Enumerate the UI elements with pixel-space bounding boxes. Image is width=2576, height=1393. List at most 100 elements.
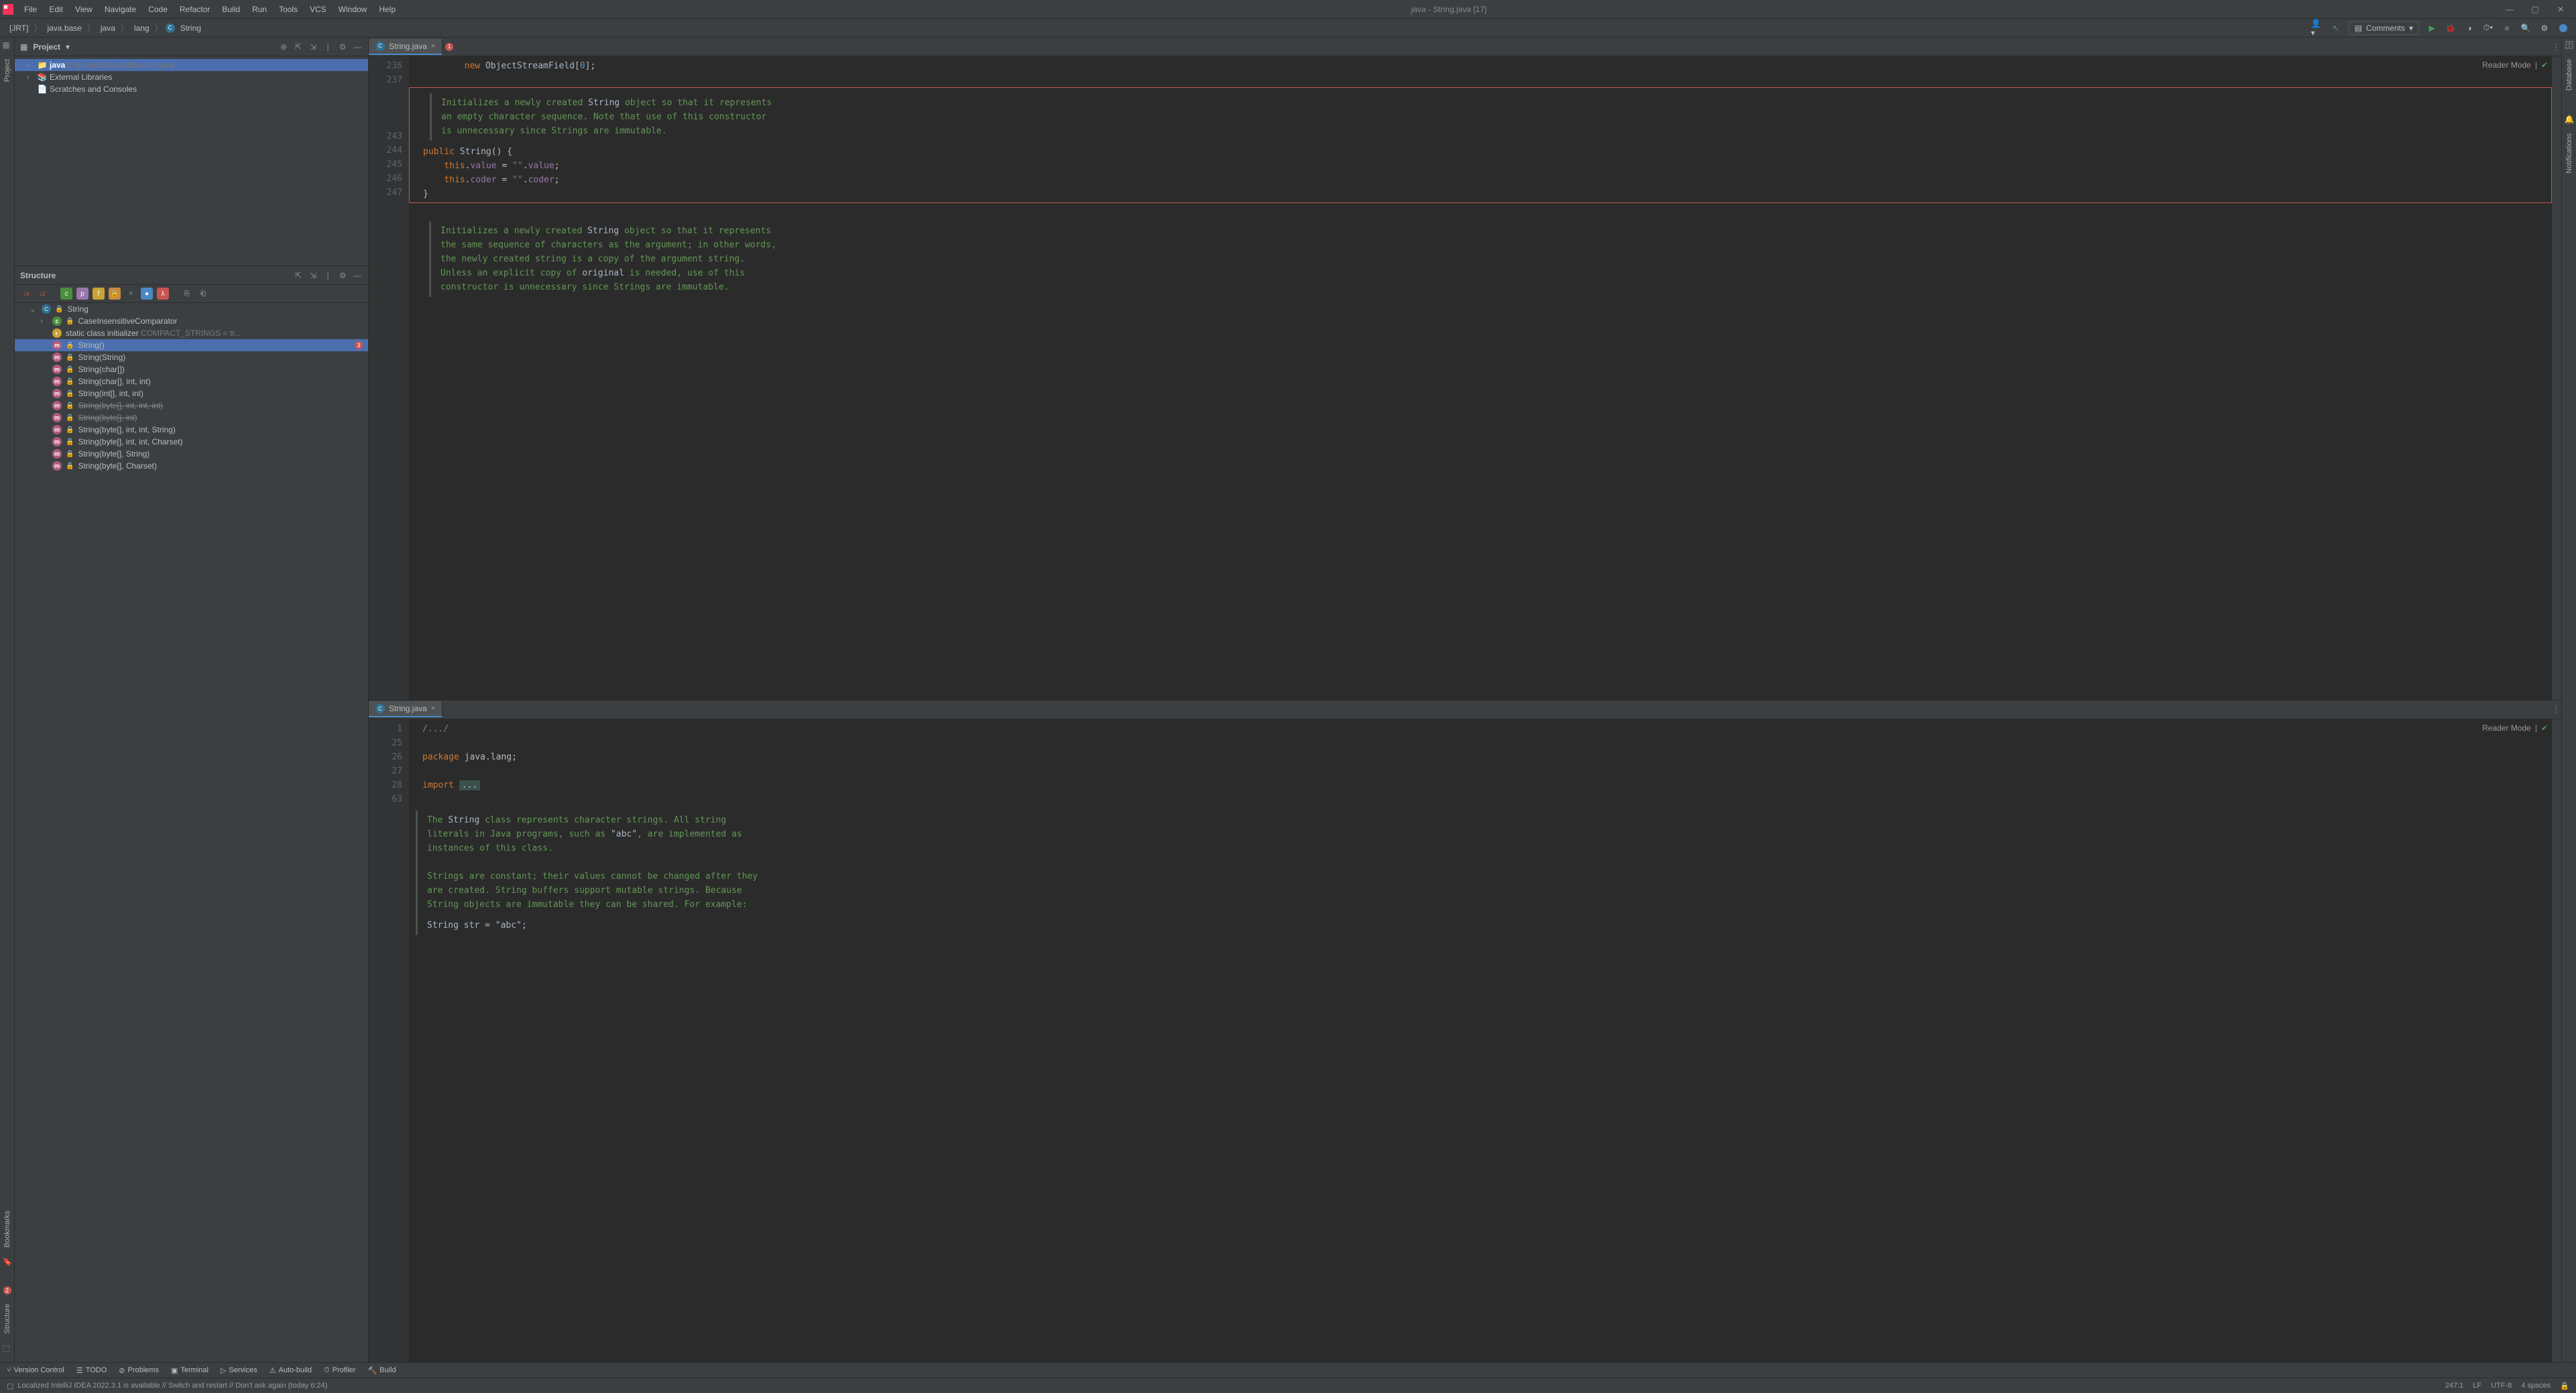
crumb-string[interactable]: String <box>178 22 204 34</box>
menu-window[interactable]: Window <box>333 2 373 17</box>
menu-run[interactable]: Run <box>247 2 272 17</box>
stop-icon[interactable]: ■ <box>2501 22 2513 34</box>
struct-item[interactable]: ◐static class initializer COMPACT_STRING… <box>15 327 368 339</box>
locate-icon[interactable]: ⊕ <box>278 42 289 52</box>
expand-all-icon[interactable]: ⇱ <box>293 42 304 52</box>
sort-alpha-icon[interactable]: ↓ᴀ <box>20 288 32 300</box>
struct-item[interactable]: m🔒String(byte[], int, int, Charset) <box>15 436 368 448</box>
maximize-button[interactable]: ▢ <box>2525 5 2545 14</box>
filter-lambda-icon[interactable]: λ <box>157 288 169 300</box>
struct-item[interactable]: m🔒String(char[], int, int) <box>15 375 368 387</box>
struct-class-root[interactable]: ⌄ C 🔒 String <box>15 303 368 315</box>
filter-field-icon[interactable]: f <box>93 288 105 300</box>
autoscroll-from-icon[interactable]: ⎗ <box>197 288 209 300</box>
crumb-javabase[interactable]: java.base <box>44 22 84 34</box>
status-indent[interactable]: 4 spaces <box>2521 1382 2551 1390</box>
menu-code[interactable]: Code <box>143 2 173 17</box>
settings-icon[interactable]: ⚙ <box>2538 22 2551 34</box>
bookmark-icon[interactable]: 🔖 <box>3 1257 12 1266</box>
menu-vcs[interactable]: VCS <box>304 2 332 17</box>
filter-prop-icon[interactable]: p <box>76 288 89 300</box>
editor-bottom-body[interactable]: Reader Mode | ✔ 12526272863 /.../ packa <box>369 719 2561 1363</box>
user-icon[interactable]: 👤▾ <box>2311 22 2323 34</box>
tab-close-icon[interactable]: × <box>431 42 435 50</box>
menu-refactor[interactable]: Refactor <box>174 2 215 17</box>
structure-tool-button[interactable]: Structure <box>3 1301 11 1337</box>
comments-dropdown[interactable]: ▤ Comments ▾ <box>2349 21 2419 35</box>
tab-string-java-bottom[interactable]: C String.java × <box>369 701 443 717</box>
crumb-java[interactable]: java <box>98 22 118 34</box>
menu-build[interactable]: Build <box>217 2 245 17</box>
minimize-button[interactable]: — <box>2500 5 2520 14</box>
run-icon[interactable]: ▶ <box>2426 22 2438 34</box>
menu-navigate[interactable]: Navigate <box>99 2 141 17</box>
tool-autobuild[interactable]: ⚠Auto-build <box>270 1366 312 1375</box>
crumb-jrt[interactable]: [JRT] <box>7 22 31 34</box>
struct-item[interactable]: m🔒String(byte[], String) <box>15 448 368 460</box>
menu-help[interactable]: Help <box>373 2 401 17</box>
tree-external-libs[interactable]: › 📚 External Libraries <box>15 71 368 83</box>
tool-services[interactable]: ▷Services <box>221 1366 257 1375</box>
tool-todo[interactable]: ☰TODO <box>76 1366 107 1375</box>
tab-close-icon[interactable]: × <box>431 705 435 713</box>
bell-icon[interactable]: 🔔 <box>2565 115 2574 124</box>
tool-profiler[interactable]: ⏱Profiler <box>324 1366 355 1375</box>
debug-icon[interactable]: 🐞 <box>2445 22 2457 34</box>
tool-build[interactable]: 🔨Build <box>367 1366 396 1375</box>
crumb-lang[interactable]: lang <box>131 22 152 34</box>
hide-icon[interactable]: — <box>352 42 363 52</box>
notifications-tool-button[interactable]: Notifications <box>2565 131 2573 176</box>
struct-item[interactable]: m🔒String(byte[], int, int, int) <box>15 400 368 412</box>
project-select-icon[interactable]: ▦ <box>20 42 27 52</box>
tree-root[interactable]: › 📁 java D:\projects\java\ittimeline\jav… <box>15 59 368 71</box>
tab-more-icon[interactable]: ⋮ <box>2551 42 2561 52</box>
expand-arrow-icon[interactable]: › <box>27 72 35 82</box>
project-panel-title[interactable]: Project <box>33 42 60 52</box>
menu-view[interactable]: View <box>70 2 98 17</box>
struct-item[interactable]: m🔒String(byte[], int, int, String) <box>15 424 368 436</box>
hide-icon[interactable]: — <box>352 270 363 281</box>
tool-version-control[interactable]: ⑂Version Control <box>7 1366 64 1374</box>
close-button[interactable]: ✕ <box>2551 5 2571 14</box>
project-view-icon[interactable]: ▦ <box>3 40 12 50</box>
editor-content[interactable]: /.../ package java.lang; import ... The … <box>409 719 2552 1363</box>
reader-mode-indicator[interactable]: Reader Mode | ✔ <box>2482 60 2548 70</box>
tree-scratches[interactable]: 📄 Scratches and Consoles <box>15 83 368 95</box>
project-tree[interactable]: › 📁 java D:\projects\java\ittimeline\jav… <box>15 56 368 265</box>
sort-visibility-icon[interactable]: ↓ᴢ <box>36 288 48 300</box>
filter-anon-icon[interactable]: ● <box>141 288 153 300</box>
status-message[interactable]: ▢ Localized IntelliJ IDEA 2022.3.1 is av… <box>7 1382 2445 1390</box>
struct-item[interactable]: m🔒String(byte[], Charset) <box>15 460 368 472</box>
database-icon[interactable]: 🗄 <box>2565 40 2574 50</box>
editor-top-body[interactable]: Reader Mode | ✔ 236237 243244245246247 n… <box>369 56 2561 700</box>
struct-item[interactable]: m🔒String(int[], int, int) <box>15 387 368 400</box>
filter-class-icon[interactable]: c <box>60 288 72 300</box>
gear-icon[interactable]: ⚙ <box>337 42 348 52</box>
profiler-icon[interactable]: ⏱▾ <box>2482 22 2494 34</box>
editor-scrollbar[interactable] <box>2552 719 2561 1363</box>
editor-content[interactable]: new ObjectStreamField[0]; Initializes a … <box>409 56 2552 700</box>
status-encoding[interactable]: UTF-8 <box>2491 1382 2512 1390</box>
struct-item[interactable]: m🔒String()3 <box>15 339 368 351</box>
database-tool-button[interactable]: Database <box>2565 56 2573 93</box>
menu-edit[interactable]: Edit <box>44 2 68 17</box>
filter-lock-icon[interactable]: 🔒 <box>109 288 121 300</box>
avatar-icon[interactable] <box>2557 22 2569 34</box>
reader-mode-indicator[interactable]: Reader Mode | ✔ <box>2482 723 2548 733</box>
tool-problems[interactable]: ⊘Problems <box>119 1366 159 1375</box>
autoscroll-source-icon[interactable]: ⎘ <box>181 288 193 300</box>
struct-item[interactable]: m🔒String(String) <box>15 351 368 363</box>
tool-terminal[interactable]: ▣Terminal <box>171 1366 209 1375</box>
editor-scrollbar[interactable] <box>2552 56 2561 700</box>
coverage-icon[interactable]: ◑ <box>2463 22 2475 34</box>
structure-list[interactable]: ⌄ C 🔒 String ›c🔒CaseInsensitiveComparato… <box>15 303 368 1362</box>
tab-more-icon[interactable]: ⋮ <box>2551 704 2561 715</box>
structure-icon[interactable]: ⬚ <box>3 1343 12 1353</box>
chevron-down-icon[interactable]: ▾ <box>66 42 70 52</box>
status-position[interactable]: 247:1 <box>2445 1382 2464 1390</box>
readonly-lock-icon[interactable]: 🔒 <box>2560 1382 2569 1390</box>
filter-inherit-icon[interactable]: ⑂ <box>125 288 137 300</box>
tab-string-java[interactable]: C String.java × <box>369 39 443 55</box>
gear-icon[interactable]: ⚙ <box>337 270 348 281</box>
project-tool-button[interactable]: Project <box>3 56 11 84</box>
